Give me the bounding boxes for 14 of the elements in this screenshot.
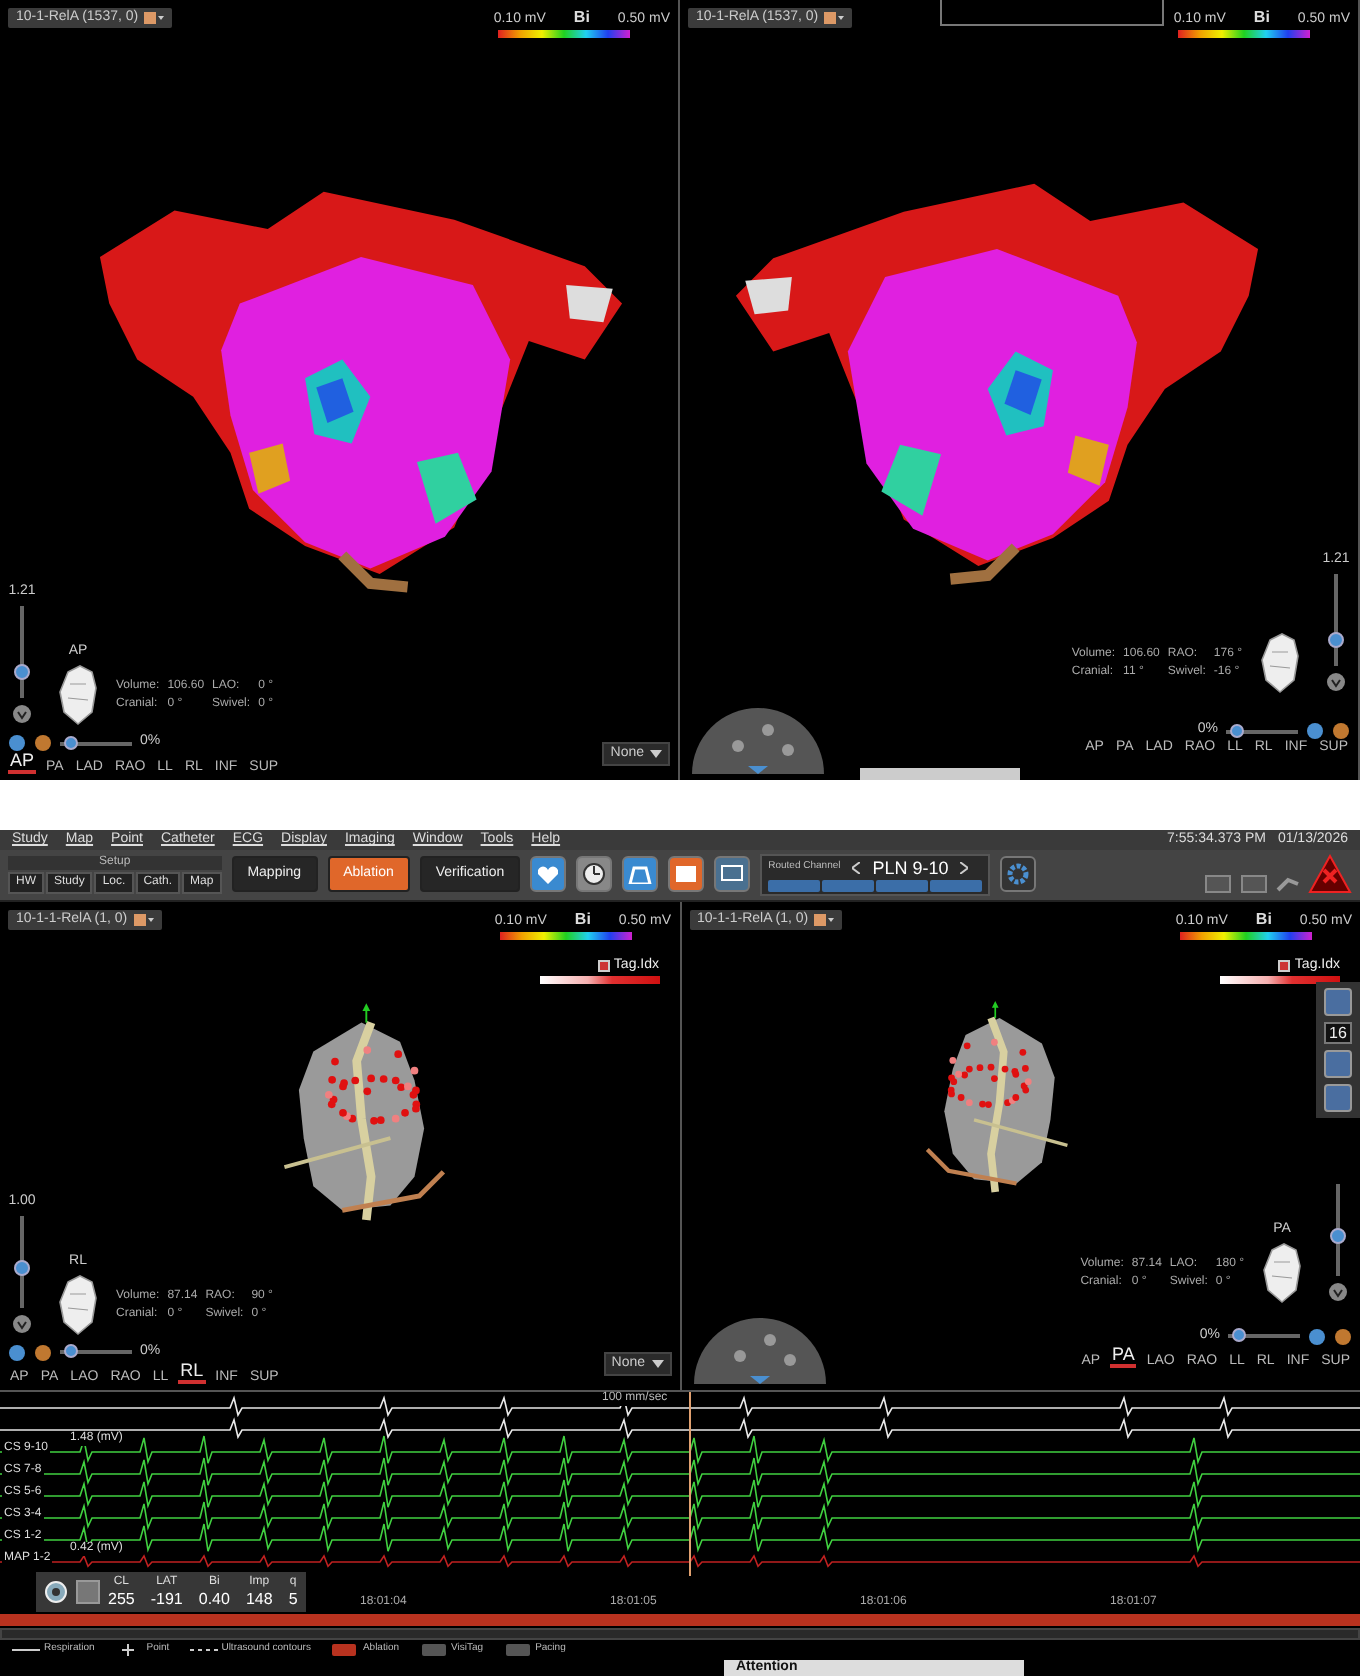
- zoom-level-field[interactable]: 16: [1323, 1021, 1353, 1044]
- view-button[interactable]: RL: [178, 1361, 206, 1384]
- scale-type-label: Bi: [574, 909, 591, 928]
- view-button[interactable]: AP: [8, 752, 37, 774]
- view-button[interactable]: PA: [1110, 1345, 1137, 1368]
- info-value: -191: [150, 1589, 183, 1608]
- scale-type-label: Bi: [573, 8, 590, 27]
- info-value: 0.40: [198, 1589, 230, 1608]
- scale-type-label: Bi: [1255, 909, 1272, 928]
- info-value: 148: [245, 1589, 273, 1608]
- scale-type-label: Bi: [1253, 8, 1270, 27]
- routed-channel-value: PLN 9-10: [872, 857, 949, 878]
- info-value: 255: [108, 1589, 135, 1608]
- info-value: 5: [288, 1589, 298, 1608]
